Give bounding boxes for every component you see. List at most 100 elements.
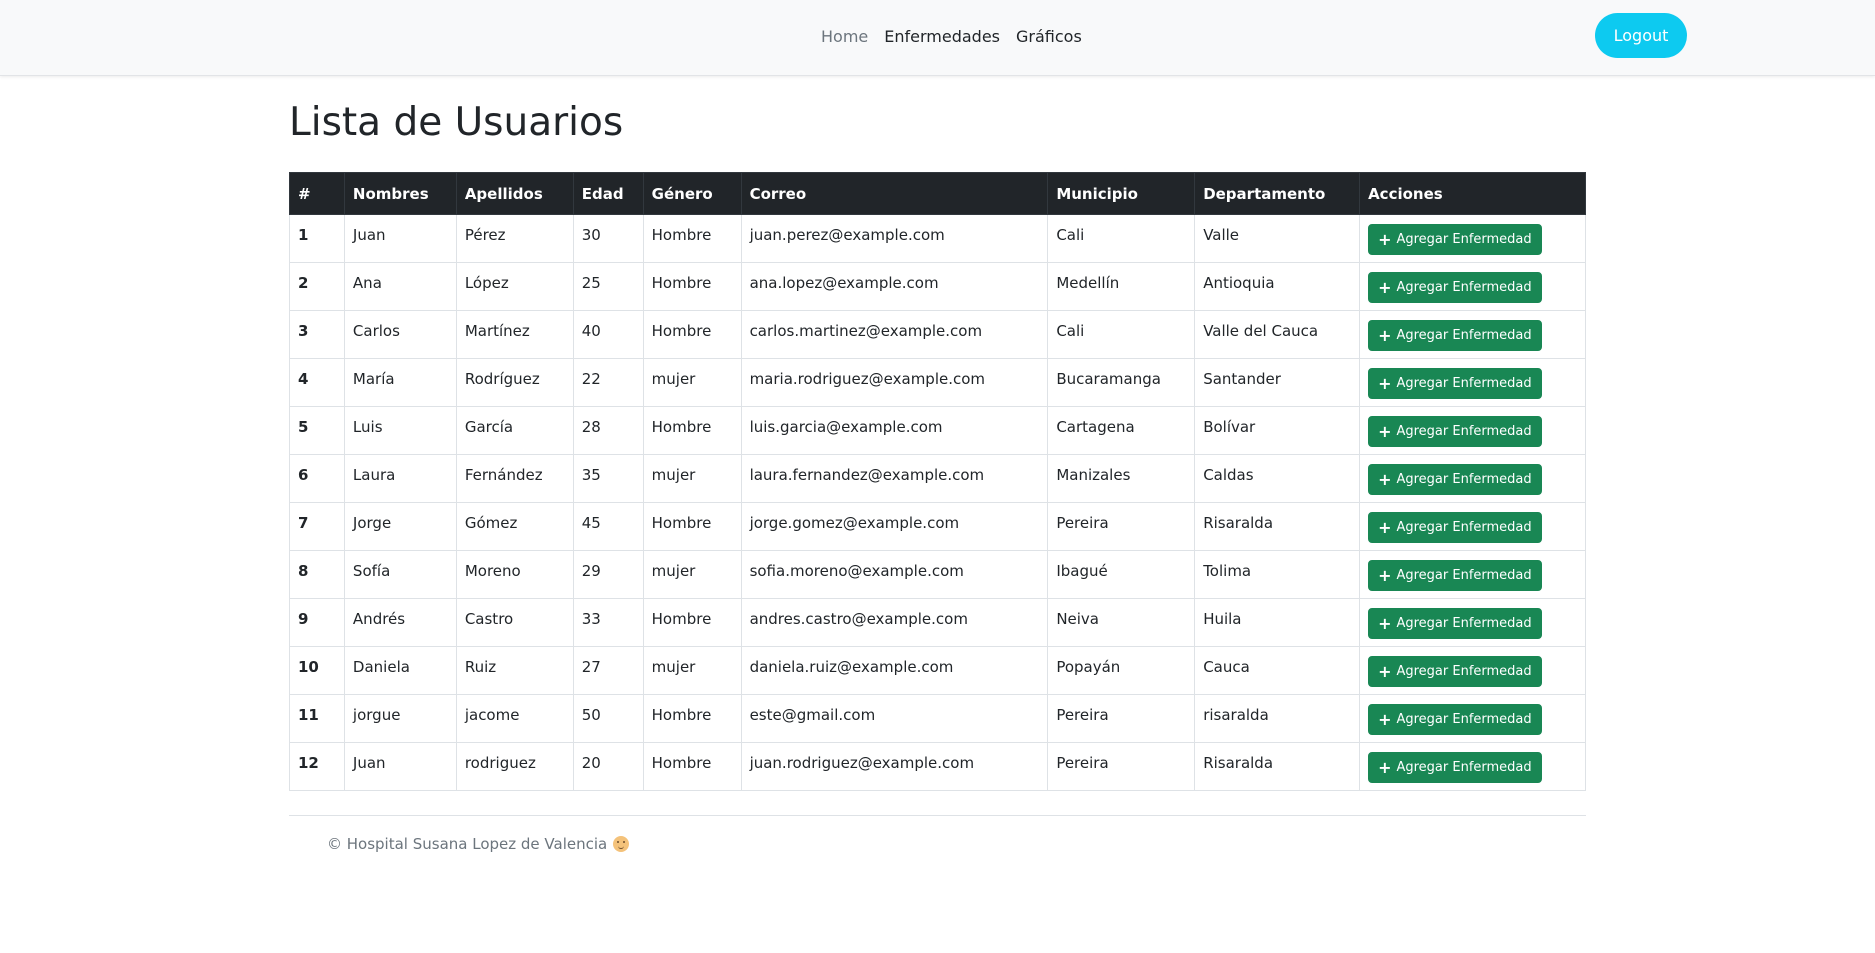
column-header-departamento: Departamento xyxy=(1194,172,1361,215)
agregar-enfermedad-button[interactable]: + Agregar Enfermedad xyxy=(1368,752,1542,783)
cell-edad-text: 45 xyxy=(581,513,601,532)
cell-genero: mujer xyxy=(642,358,742,407)
cell-edad: 35 xyxy=(572,454,644,503)
cell-municipio: Popayán xyxy=(1047,646,1196,695)
agregar-enfermedad-button[interactable]: + Agregar Enfermedad xyxy=(1368,224,1542,255)
cell-nombres: Luis xyxy=(343,406,457,455)
cell-correo: carlos.martinez@example.com xyxy=(740,310,1049,359)
cell-correo: ana.lopez@example.com xyxy=(740,262,1049,311)
cell-correo-text: juan.perez@example.com xyxy=(749,225,945,244)
cell-correo: luis.garcia@example.com xyxy=(740,406,1049,455)
cell-apellidos-text: López xyxy=(464,273,509,292)
plus-icon: + xyxy=(1378,325,1392,345)
cell-index-text: 6 xyxy=(298,465,309,484)
cell-municipio-text: Cali xyxy=(1056,321,1085,340)
cell-edad: 27 xyxy=(572,646,644,695)
cell-apellidos-text: Moreno xyxy=(464,561,521,580)
plus-icon: + xyxy=(1378,613,1392,633)
nav-link-graficos[interactable]: Gráficos xyxy=(1016,27,1082,46)
table-row: 7 Jorge Gómez 45 Hombre jorge.gomez@example.c… xyxy=(289,502,1586,551)
cell-index: 4 xyxy=(289,358,345,407)
cell-acciones: + Agregar Enfermedad xyxy=(1359,454,1586,503)
cell-correo-text: este@gmail.com xyxy=(749,705,876,724)
agregar-enfermedad-button[interactable]: + Agregar Enfermedad xyxy=(1368,512,1542,543)
cell-index-text: 8 xyxy=(298,561,309,580)
cell-nombres: Laura xyxy=(343,454,457,503)
plus-icon: + xyxy=(1378,757,1392,777)
cell-nombres: Andrés xyxy=(343,598,457,647)
agregar-enfermedad-button[interactable]: + Agregar Enfermedad xyxy=(1368,464,1542,495)
plus-icon: + xyxy=(1378,709,1392,729)
cell-municipio: Neiva xyxy=(1047,598,1196,647)
cell-genero: Hombre xyxy=(642,406,742,455)
cell-nombres: jorgue xyxy=(343,694,457,743)
cell-nombres-text: Juan xyxy=(352,753,386,772)
table-row: 8 Sofía Moreno 29 mujer sofia.moreno@example.… xyxy=(289,550,1586,599)
cell-correo-text: juan.rodriguez@example.com xyxy=(749,753,975,772)
cell-apellidos: García xyxy=(455,406,574,455)
cell-apellidos-text: Martínez xyxy=(464,321,530,340)
cell-departamento: Huila xyxy=(1194,598,1361,647)
cell-edad-text: 50 xyxy=(581,705,601,724)
agregar-enfermedad-button[interactable]: + Agregar Enfermedad xyxy=(1368,416,1542,447)
column-header-genero: Género xyxy=(642,172,742,215)
cell-edad-text: 25 xyxy=(581,273,601,292)
cell-index: 9 xyxy=(289,598,345,647)
cell-municipio-text: Pereira xyxy=(1056,513,1109,532)
cell-apellidos: rodriguez xyxy=(455,742,574,791)
cell-municipio: Cartagena xyxy=(1047,406,1196,455)
cell-nombres-text: Daniela xyxy=(352,657,410,676)
cell-genero-text: mujer xyxy=(651,369,696,388)
cell-departamento-text: Risaralda xyxy=(1203,753,1274,772)
cell-municipio-text: Cali xyxy=(1056,225,1085,244)
table-row: 6 Laura Fernández 35 mujer laura.fernandez@ex… xyxy=(289,454,1586,503)
cell-correo-text: luis.garcia@example.com xyxy=(749,417,943,436)
agregar-enfermedad-label: Agregar Enfermedad xyxy=(1396,616,1532,631)
cell-genero-text: Hombre xyxy=(651,513,712,532)
cell-acciones: + Agregar Enfermedad xyxy=(1359,214,1586,263)
cell-index: 5 xyxy=(289,406,345,455)
table-row: 1 Juan Pérez 30 Hombre juan.perez@example.com… xyxy=(289,214,1586,263)
agregar-enfermedad-button[interactable]: + Agregar Enfermedad xyxy=(1368,368,1542,399)
agregar-enfermedad-button[interactable]: + Agregar Enfermedad xyxy=(1368,320,1542,351)
agregar-enfermedad-label: Agregar Enfermedad xyxy=(1396,760,1532,775)
agregar-enfermedad-button[interactable]: + Agregar Enfermedad xyxy=(1368,704,1542,735)
column-header-municipio: Municipio xyxy=(1047,172,1196,215)
cell-apellidos: Castro xyxy=(455,598,574,647)
nav-links: Home Enfermedades Gráficos xyxy=(821,0,1082,73)
cell-apellidos: Pérez xyxy=(455,214,574,263)
cell-municipio: Cali xyxy=(1047,214,1196,263)
cell-acciones: + Agregar Enfermedad xyxy=(1359,550,1586,599)
cell-apellidos: Moreno xyxy=(455,550,574,599)
cell-genero: mujer xyxy=(642,550,742,599)
agregar-enfermedad-button[interactable]: + Agregar Enfermedad xyxy=(1368,272,1542,303)
cell-genero-text: mujer xyxy=(651,657,696,676)
cell-acciones: + Agregar Enfermedad xyxy=(1359,646,1586,695)
table-header-row: # Nombres Apellidos Edad Género Correo M… xyxy=(289,172,1586,215)
agregar-enfermedad-button[interactable]: + Agregar Enfermedad xyxy=(1368,608,1542,639)
cell-municipio-text: Neiva xyxy=(1056,609,1099,628)
cell-nombres: María xyxy=(343,358,457,407)
nav-link-home[interactable]: Home xyxy=(821,27,868,46)
cell-apellidos-text: Pérez xyxy=(464,225,506,244)
agregar-enfermedad-button[interactable]: + Agregar Enfermedad xyxy=(1368,560,1542,591)
cell-acciones: + Agregar Enfermedad xyxy=(1359,598,1586,647)
cell-nombres: Jorge xyxy=(343,502,457,551)
cell-departamento: Risaralda xyxy=(1194,502,1361,551)
cell-departamento-text: Antioquia xyxy=(1203,273,1275,292)
cell-apellidos-text: Rodríguez xyxy=(464,369,540,388)
cell-correo-text: ana.lopez@example.com xyxy=(749,273,939,292)
cell-index-text: 3 xyxy=(298,321,309,340)
cell-departamento-text: Valle xyxy=(1203,225,1240,244)
agregar-enfermedad-label: Agregar Enfermedad xyxy=(1396,424,1532,439)
cell-municipio-text: Cartagena xyxy=(1056,417,1135,436)
cell-index: 12 xyxy=(289,742,345,791)
agregar-enfermedad-button[interactable]: + Agregar Enfermedad xyxy=(1368,656,1542,687)
cell-nombres-text: Sofía xyxy=(352,561,391,580)
logout-button[interactable]: Logout xyxy=(1595,13,1687,58)
cell-correo-text: carlos.martinez@example.com xyxy=(749,321,983,340)
agregar-enfermedad-label: Agregar Enfermedad xyxy=(1396,664,1532,679)
cell-municipio-text: Bucaramanga xyxy=(1056,369,1161,388)
nav-link-enfermedades[interactable]: Enfermedades xyxy=(884,27,1000,46)
column-header-edad: Edad xyxy=(572,172,644,215)
